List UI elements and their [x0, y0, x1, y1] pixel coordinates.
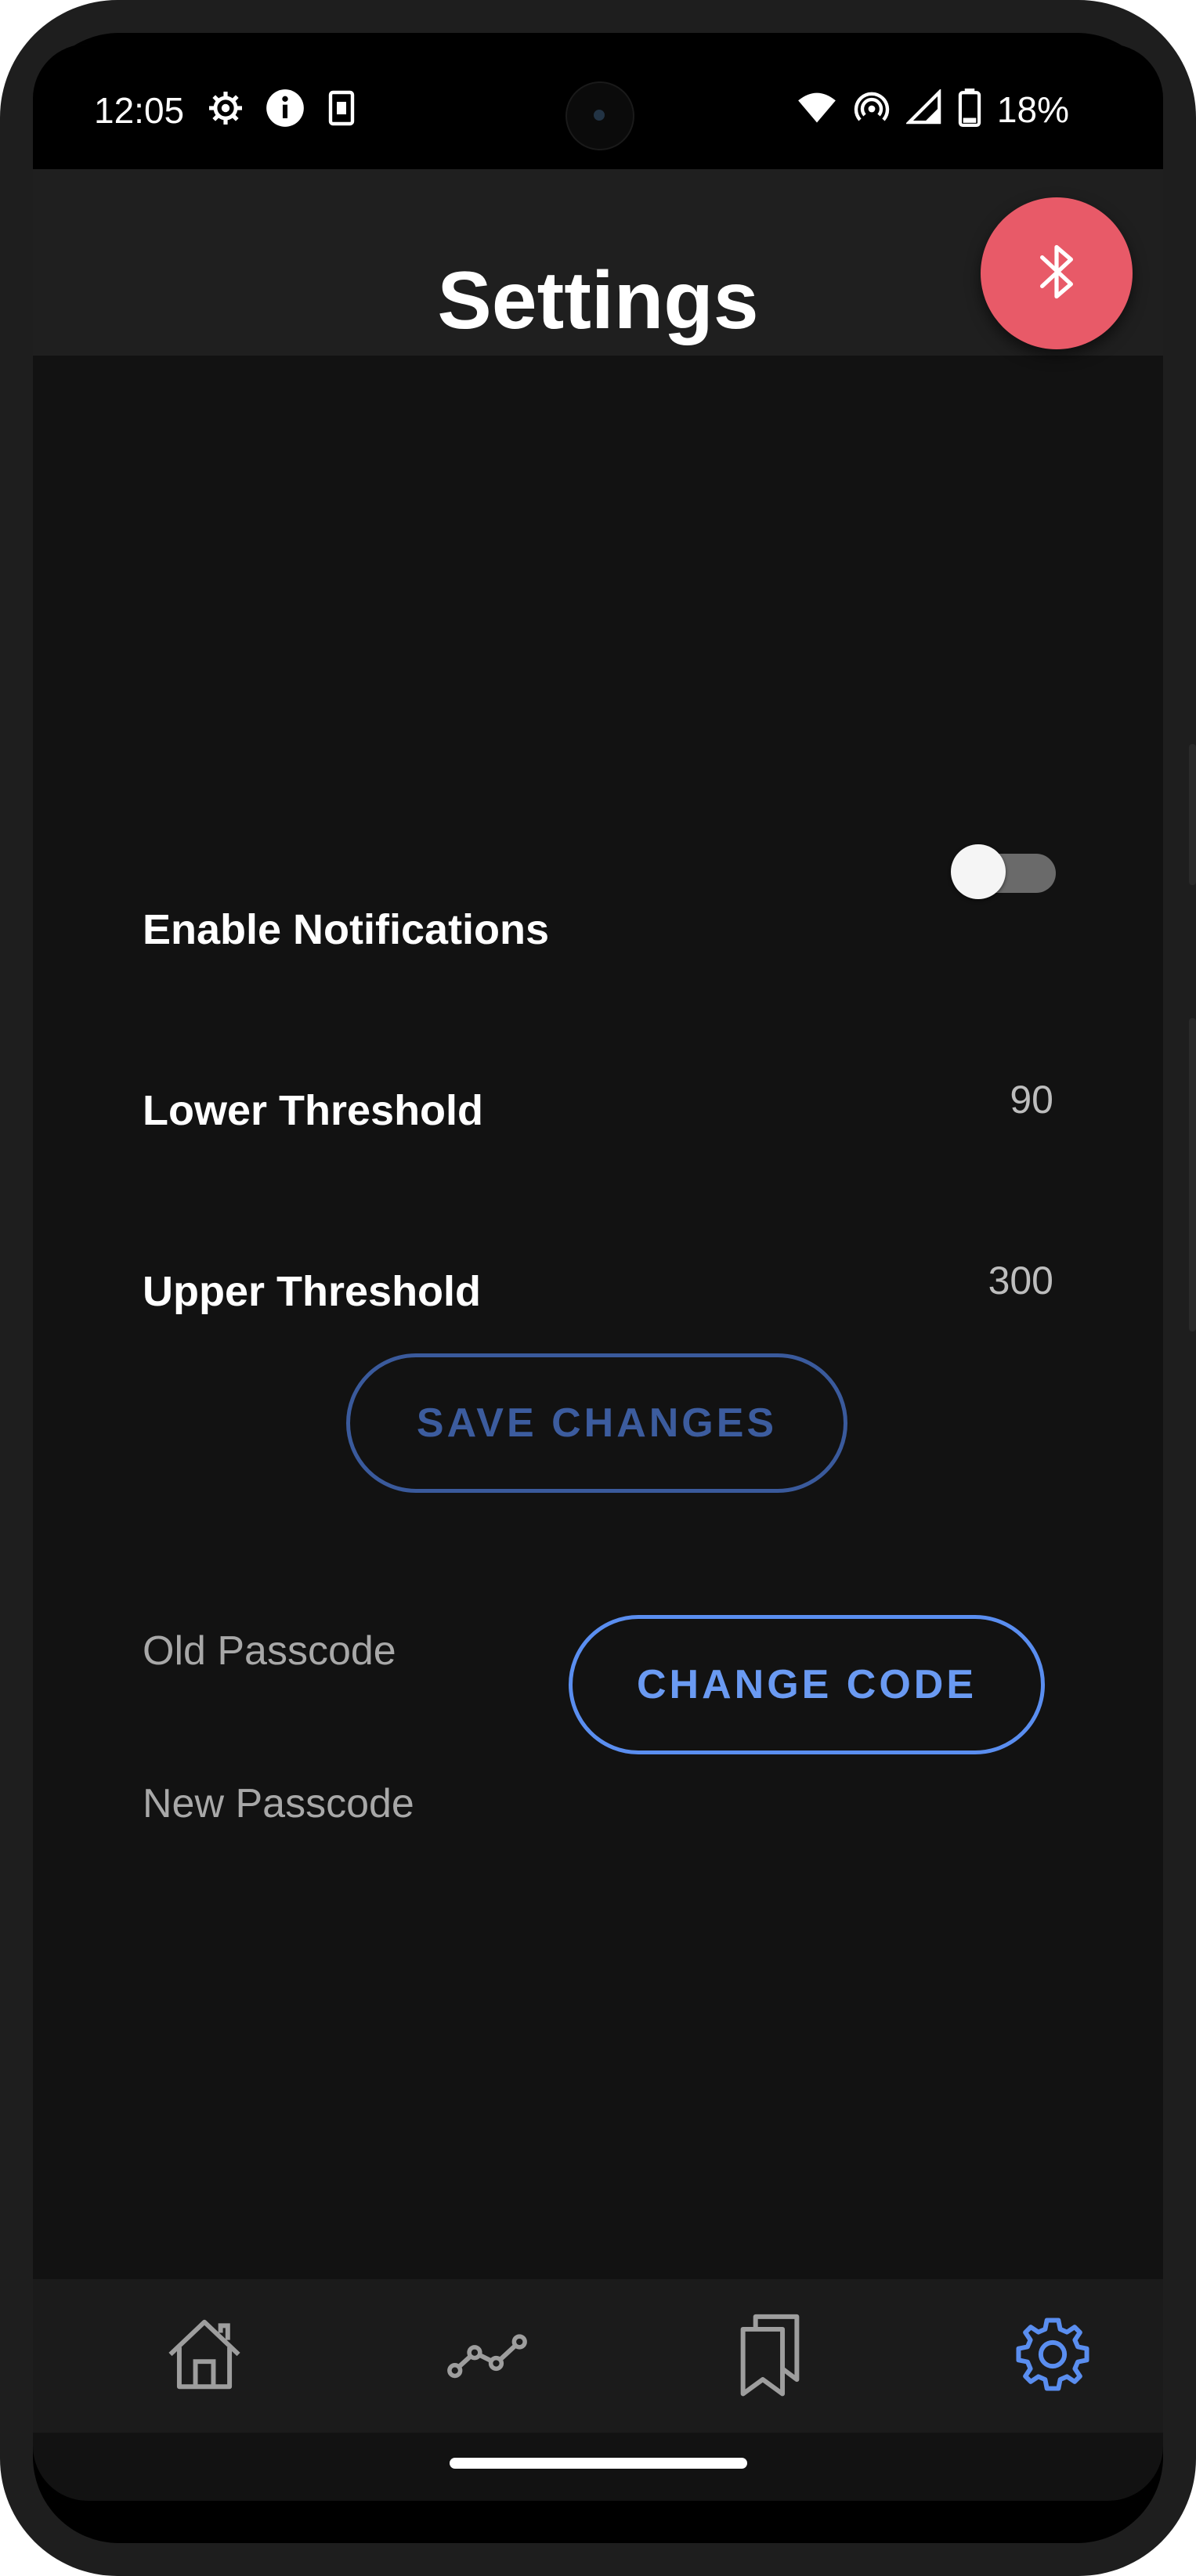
cell-signal-icon: [905, 88, 942, 129]
battery-icon: [958, 88, 981, 131]
chart-line-icon: [444, 2311, 530, 2401]
sim-notification-icon: [326, 89, 357, 131]
screen: 12:05 18% Settings Enable Notifications …: [33, 44, 1163, 2501]
bluetooth-icon: [1032, 239, 1082, 309]
upper-threshold-label: Upper Threshold: [143, 1268, 482, 1315]
old-passcode-field[interactable]: Old Passcode: [143, 1628, 396, 1675]
hotspot-icon: [853, 89, 891, 130]
status-system-icons: 18%: [797, 88, 1069, 131]
nav-home[interactable]: [110, 2279, 298, 2433]
info-notification-icon: [265, 88, 305, 132]
side-button-power: [1189, 744, 1196, 885]
battery-percentage: 18%: [996, 89, 1069, 130]
settings-notification-icon: [207, 89, 244, 131]
nav-settings[interactable]: [959, 2279, 1147, 2433]
notifications-toggle[interactable]: [951, 838, 1056, 901]
toggle-thumb: [951, 844, 1006, 899]
wifi-icon: [797, 89, 837, 130]
gesture-handle[interactable]: [450, 2458, 747, 2469]
nav-trends[interactable]: [393, 2279, 581, 2433]
nav-saved[interactable]: [676, 2279, 864, 2433]
front-camera: [565, 81, 634, 150]
notifications-label: Enable Notifications: [143, 906, 550, 953]
new-passcode-field[interactable]: New Passcode: [143, 1780, 414, 1827]
bluetooth-button[interactable]: [981, 197, 1133, 349]
phone-device: 12:05 18% Settings Enable Notifications …: [0, 0, 1196, 2576]
bottom-navigation: [33, 2279, 1163, 2433]
bookmarks-icon: [727, 2307, 813, 2405]
gear-icon: [1010, 2311, 1096, 2401]
save-changes-button[interactable]: SAVE CHANGES: [346, 1353, 847, 1493]
status-notification-icons: [207, 88, 357, 132]
lower-threshold-input[interactable]: 90: [1010, 1077, 1053, 1122]
upper-threshold-input[interactable]: 300: [988, 1258, 1053, 1303]
home-icon: [161, 2311, 248, 2401]
status-bar: 12:05 18%: [33, 44, 1163, 169]
side-button-volume: [1189, 1018, 1196, 1331]
lower-threshold-label: Lower Threshold: [143, 1087, 484, 1134]
status-time: 12:05: [94, 90, 185, 131]
change-code-button[interactable]: CHANGE CODE: [569, 1615, 1045, 1754]
